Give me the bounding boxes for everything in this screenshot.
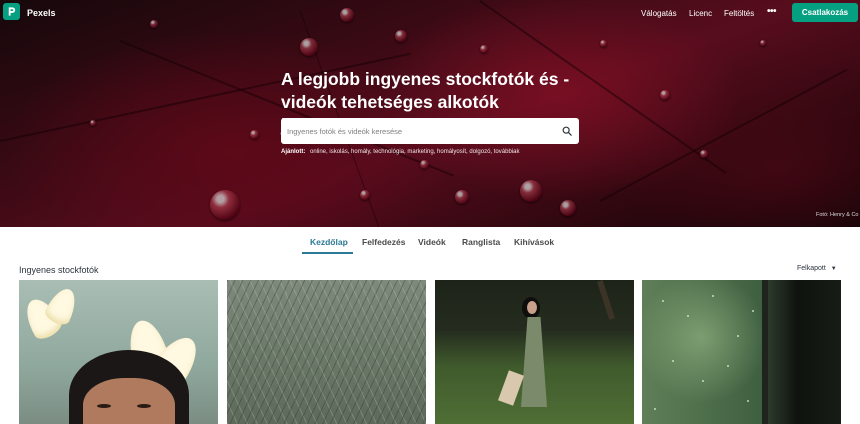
more-icon[interactable]: ••• <box>767 6 777 17</box>
tab-bar: Kezdőlap Felfedezés Videók Ranglista Kih… <box>0 227 860 255</box>
portrait-eye <box>137 404 151 408</box>
photo-card[interactable] <box>642 280 841 424</box>
tab-kihivasok[interactable]: Kihívások <box>514 237 554 247</box>
photo-card[interactable] <box>19 280 218 424</box>
section-title: Ingyenes stockfotók <box>19 265 99 275</box>
active-tab-indicator <box>302 252 353 254</box>
tab-kezdolap[interactable]: Kezdőlap <box>310 237 348 247</box>
rain-drop <box>747 400 749 402</box>
suggestion-link[interactable]: továbbiak <box>494 149 520 155</box>
suggestions-label: Ajánlott: <box>281 149 306 155</box>
suggestion-link[interactable]: iskolás <box>329 149 347 155</box>
photo-card[interactable] <box>227 280 426 424</box>
brand-name[interactable]: Pexels <box>27 8 56 18</box>
person-bag <box>498 370 524 406</box>
pexels-logo-icon[interactable] <box>3 3 20 20</box>
nav-link-licenc[interactable]: Licenc <box>689 9 712 18</box>
rain-drop <box>752 310 754 312</box>
suggestion-link[interactable]: technológia <box>373 149 404 155</box>
suggestions: Ajánlott: online, iskolás, homály, techn… <box>281 149 520 155</box>
rain-drop <box>662 300 664 302</box>
person-dress <box>521 317 547 407</box>
suggestion-link[interactable]: homály <box>351 149 370 155</box>
hero-title-line: A legjobb ingyenes stockfotók és - <box>281 69 570 89</box>
chevron-down-icon: ▼ <box>830 265 837 272</box>
sort-label: Felkapott <box>797 265 826 272</box>
suggestion-link[interactable]: dolgozó <box>469 149 490 155</box>
search-icon[interactable] <box>562 126 572 136</box>
rain-drop <box>654 408 656 410</box>
nav-link-valogatas[interactable]: Válogatás <box>641 9 677 18</box>
join-button[interactable]: Csatlakozás <box>792 3 858 22</box>
window-pane <box>768 280 841 424</box>
person-face <box>527 301 537 314</box>
rain-drop <box>712 295 714 297</box>
nav-link-feltoltes[interactable]: Feltöltés <box>724 9 754 18</box>
rain-drop <box>702 380 704 382</box>
rain-drop <box>672 360 674 362</box>
tab-ranglista[interactable]: Ranglista <box>462 237 500 247</box>
rain-drop <box>737 335 739 337</box>
search-box <box>281 118 579 144</box>
suggestion-link[interactable]: online <box>310 149 326 155</box>
suggestion-link[interactable]: homályosít <box>437 149 466 155</box>
photo-credit[interactable]: Fotó: Henry & Co <box>816 212 859 218</box>
tree-trunk <box>596 280 616 320</box>
tab-felfedezes[interactable]: Felfedezés <box>362 237 405 247</box>
portrait-face <box>83 378 175 424</box>
top-nav: Pexels Válogatás Licenc Feltöltés ••• Cs… <box>0 0 860 26</box>
photo-card[interactable] <box>435 280 634 424</box>
suggestion-link[interactable]: marketing <box>407 149 433 155</box>
rain-drop <box>727 365 729 367</box>
sort-dropdown[interactable]: Felkapott ▼ <box>797 265 837 272</box>
search-input[interactable] <box>287 122 547 140</box>
portrait-eye <box>97 404 111 408</box>
tab-videok[interactable]: Videók <box>418 237 446 247</box>
rain-drop <box>687 315 689 317</box>
